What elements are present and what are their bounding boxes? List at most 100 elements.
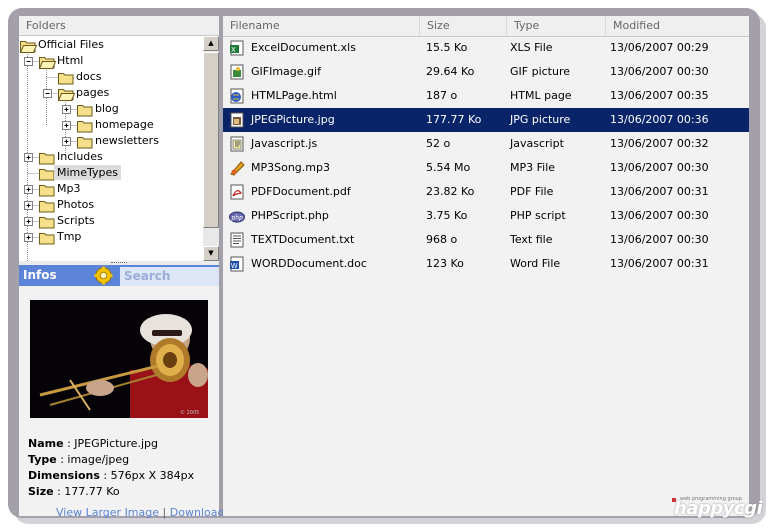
view-larger-link[interactable]: View Larger Image [56, 506, 159, 519]
scroll-up-button[interactable]: ▲ [203, 36, 219, 51]
folders-header: Folders [19, 16, 219, 36]
expand-icon[interactable] [24, 217, 33, 226]
left-pane: Folders Official Files Html docs pages blog h… [19, 16, 224, 519]
file-row[interactable]: PDFDocument.pdf 23.82 Ko PDF File 13/06/200… [223, 180, 749, 204]
search-tab[interactable]: Search [120, 267, 219, 286]
word-file-icon: W [229, 256, 245, 272]
file-type: PDF File [510, 185, 554, 198]
folder-open-icon [19, 41, 38, 53]
file-type: PHP script [510, 209, 566, 222]
file-modified: 13/06/2007 00:36 [610, 113, 709, 126]
detail-size-value: : 177.77 Ko [57, 485, 120, 498]
file-modified: 13/06/2007 00:31 [610, 257, 709, 270]
folder-icon [58, 73, 74, 85]
folder-open-icon [38, 57, 57, 69]
file-size: 123 Ko [426, 257, 464, 270]
expand-icon[interactable] [24, 233, 33, 242]
file-name: MP3Song.mp3 [251, 161, 330, 174]
file-row[interactable]: W WORDDocument.doc 123 Ko Word File 13/06/20… [223, 252, 749, 276]
expand-icon[interactable] [62, 105, 71, 114]
expand-icon[interactable] [62, 137, 71, 146]
file-list-pane: Filename Size Type Modified X ExcelDocume… [223, 16, 749, 516]
detail-type-label: Type [28, 453, 57, 466]
file-type: Text file [510, 233, 553, 246]
folder-icon [39, 169, 55, 181]
scroll-thumb[interactable] [203, 52, 219, 228]
file-name: HTMLPage.html [251, 89, 337, 102]
tree-item-homepage[interactable]: homepage [95, 117, 154, 132]
folder-tree[interactable]: Official Files Html docs pages blog homepage n… [19, 36, 219, 261]
expand-icon[interactable] [24, 153, 33, 162]
file-size: 52 o [426, 137, 451, 150]
tree-item-official-files[interactable]: Official Files [38, 37, 104, 52]
tree-item-html[interactable]: Html [57, 53, 83, 68]
file-name: JPEGPicture.jpg [251, 113, 335, 126]
collapse-icon[interactable] [43, 89, 52, 98]
file-size: 23.82 Ko [426, 185, 475, 198]
tree-item-photos[interactable]: Photos [57, 197, 94, 212]
folder-icon [77, 137, 93, 149]
file-modified: 13/06/2007 00:30 [610, 161, 709, 174]
detail-dimensions-label: Dimensions [28, 469, 100, 482]
expand-icon[interactable] [62, 121, 71, 130]
folder-icon [39, 185, 55, 197]
detail-dimensions: Dimensions : 576px X 384px [28, 468, 194, 484]
collapse-icon[interactable] [24, 57, 33, 66]
link-separator: | [162, 506, 167, 519]
gear-icon[interactable] [94, 266, 113, 285]
column-header-filename[interactable]: Filename [223, 16, 419, 36]
tree-item-scripts[interactable]: Scripts [57, 213, 95, 228]
infos-tab[interactable]: Infos [23, 268, 57, 282]
php-file-icon: php [229, 208, 245, 224]
folder-icon [77, 105, 93, 117]
file-row[interactable]: TEXTDocument.txt 968 o Text file 13/06/2007… [223, 228, 749, 252]
detail-size: Size : 177.77 Ko [28, 484, 120, 500]
folder-icon [77, 121, 93, 133]
file-row[interactable]: Javascript.js 52 o Javascript 13/06/2007 00… [223, 132, 749, 156]
detail-name-value: : JPEGPicture.jpg [67, 437, 158, 450]
tree-item-pages[interactable]: pages [76, 85, 109, 100]
file-size: 5.54 Mo [426, 161, 471, 174]
file-type: Javascript [510, 137, 564, 150]
file-modified: 13/06/2007 00:31 [610, 185, 709, 198]
tree-item-mimetypes[interactable]: MimeTypes [54, 165, 122, 180]
detail-dimensions-value: : 576px X 384px [103, 469, 195, 482]
logo-brand: happycgi [674, 498, 763, 519]
detail-size-label: Size [28, 485, 54, 498]
tree-item-includes[interactable]: Includes [57, 149, 103, 164]
folder-icon [39, 201, 55, 213]
file-row[interactable]: php PHPScript.php 3.75 Ko PHP script 13/06/2… [223, 204, 749, 228]
file-row[interactable]: X ExcelDocument.xls 15.5 Ko XLS File 13/06/2… [223, 36, 749, 60]
column-header-type[interactable]: Type [506, 16, 605, 36]
tree-item-mp3[interactable]: Mp3 [57, 181, 80, 196]
excel-file-icon: X [229, 40, 245, 56]
expand-icon[interactable] [24, 201, 33, 210]
image-preview[interactable]: © 2005 [30, 300, 208, 418]
file-row[interactable]: GIFImage.gif 29.64 Ko GIF picture 13/06/200… [223, 60, 749, 84]
file-name: ExcelDocument.xls [251, 41, 356, 54]
file-row[interactable]: MP3Song.mp3 5.54 Mo MP3 File 13/06/2007 00:… [223, 156, 749, 180]
file-name: PHPScript.php [251, 209, 329, 222]
svg-text:© 2005: © 2005 [180, 409, 199, 416]
file-modified: 13/06/2007 00:29 [610, 41, 709, 54]
file-name: PDFDocument.pdf [251, 185, 351, 198]
javascript-file-icon [229, 136, 245, 152]
tree-item-docs[interactable]: docs [76, 69, 102, 84]
file-type: Word File [510, 257, 561, 270]
tree-lines [19, 41, 93, 261]
tree-item-tmp[interactable]: Tmp [57, 229, 81, 244]
gif-file-icon [229, 64, 245, 80]
tree-item-blog[interactable]: blog [95, 101, 119, 116]
tree-item-newsletters[interactable]: newsletters [95, 133, 159, 148]
column-header-size[interactable]: Size [419, 16, 506, 36]
download-link[interactable]: Download [170, 506, 225, 519]
file-size: 29.64 Ko [426, 65, 475, 78]
file-row[interactable]: JPEGPicture.jpg 177.77 Ko JPG picture 13/06… [223, 108, 749, 132]
expand-icon[interactable] [24, 185, 33, 194]
scroll-down-button[interactable]: ▼ [203, 246, 219, 261]
tree-scrollbar[interactable]: ▲ ▼ [203, 36, 219, 261]
column-header-modified[interactable]: Modified [605, 16, 749, 36]
file-row[interactable]: HTMLPage.html 187 o HTML page 13/06/2007 00… [223, 84, 749, 108]
file-modified: 13/06/2007 00:32 [610, 137, 709, 150]
file-type: HTML page [510, 89, 572, 102]
